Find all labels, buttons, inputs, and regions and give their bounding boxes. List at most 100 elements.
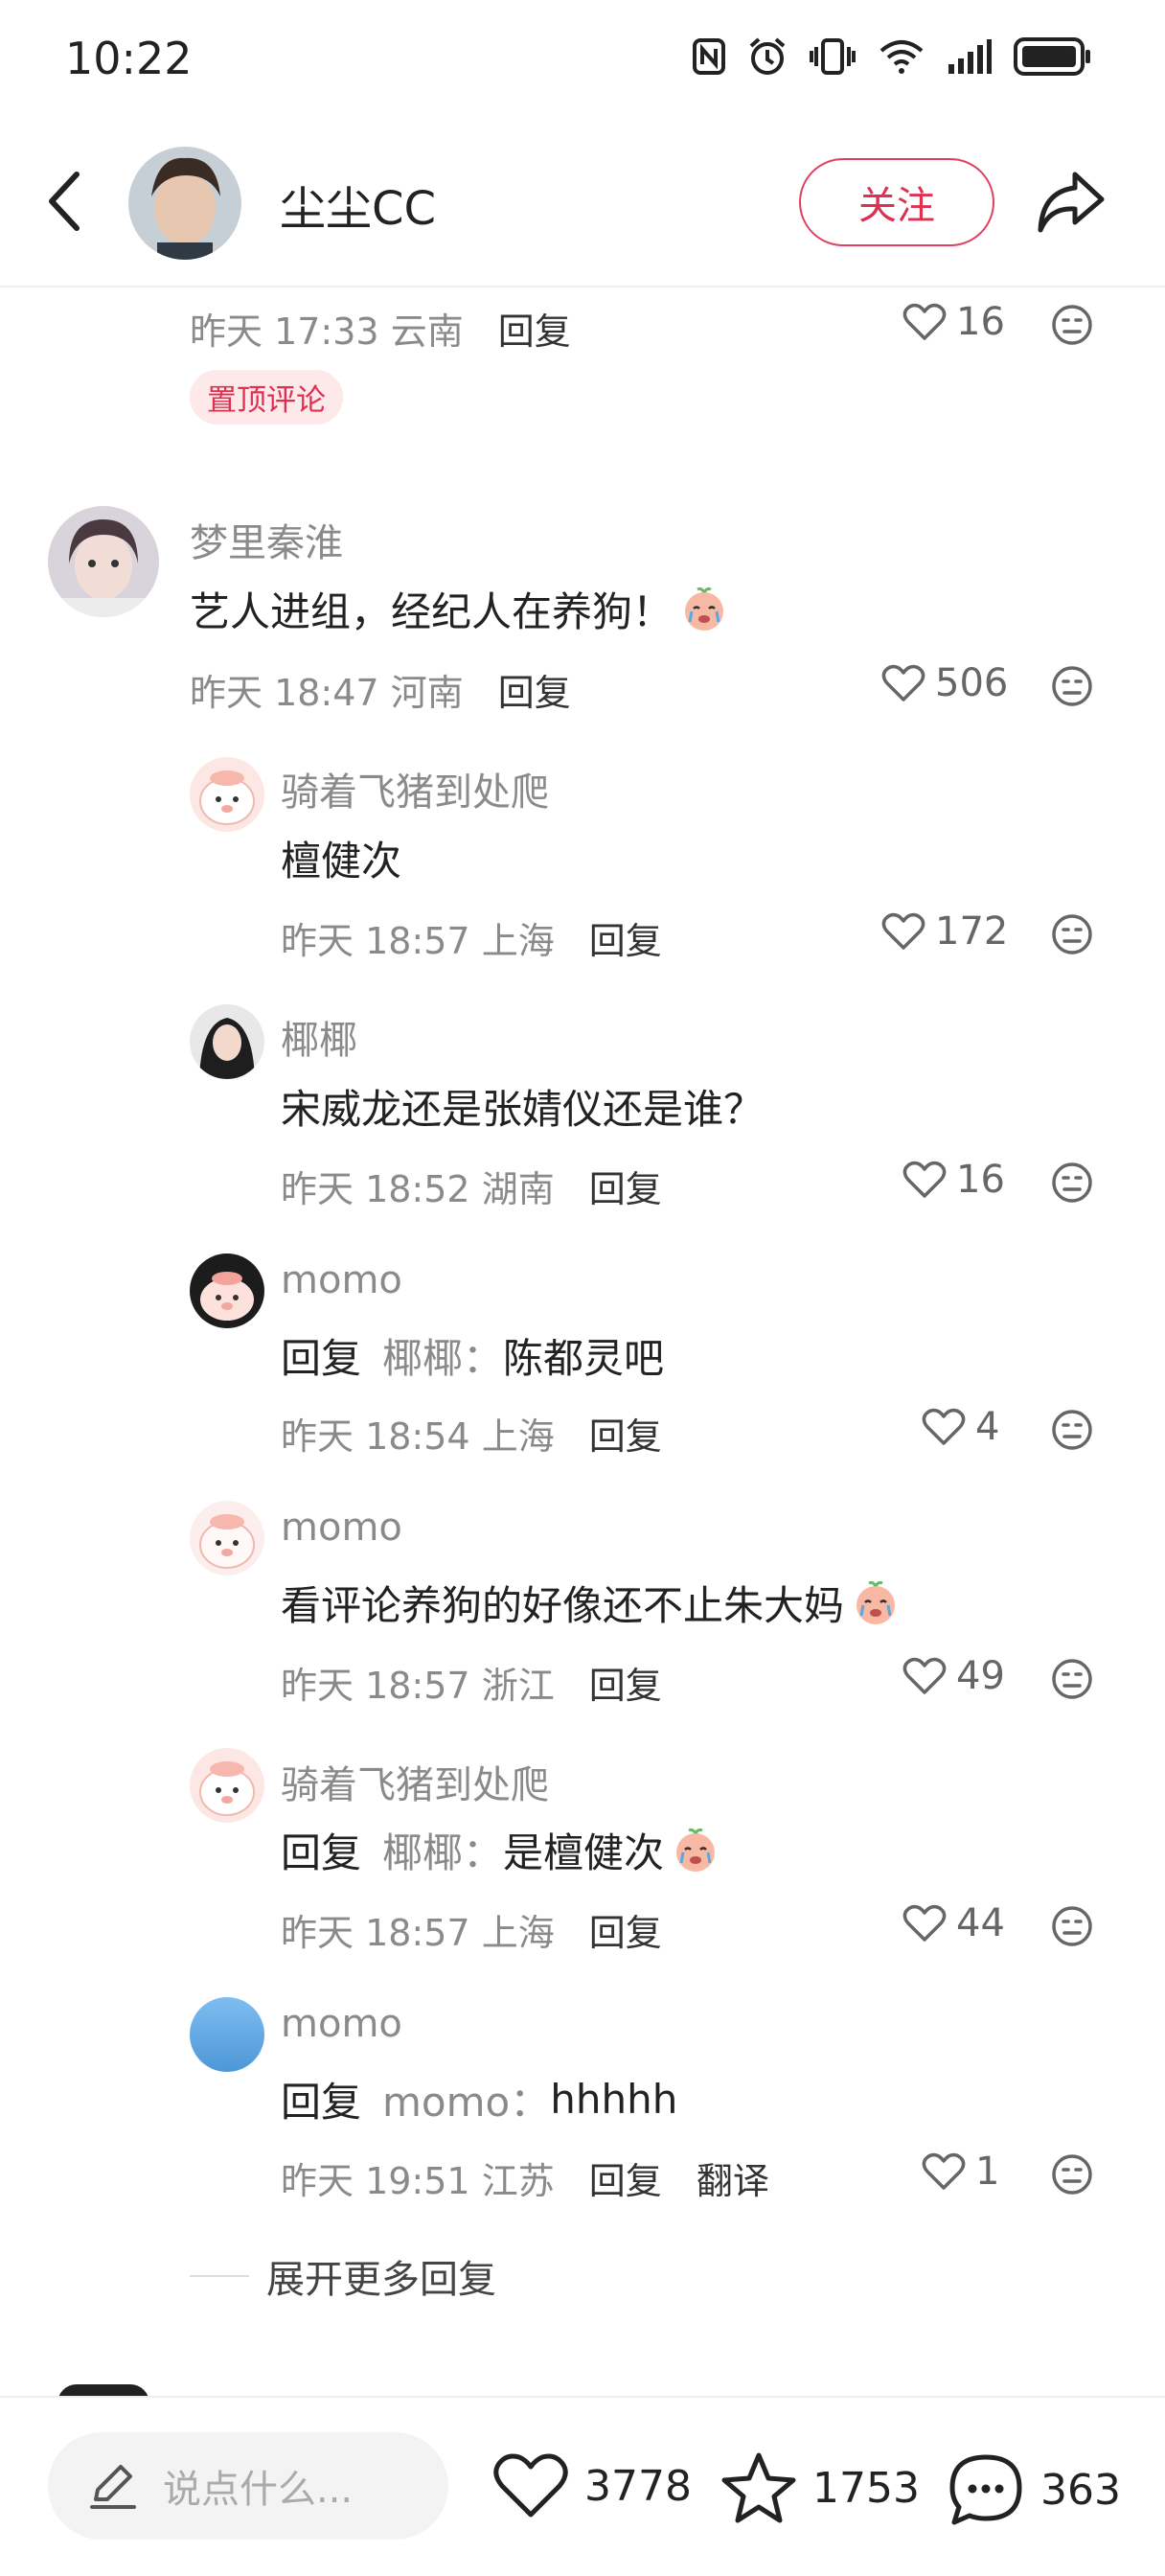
- avatar[interactable]: [190, 1254, 264, 1328]
- reply-location: 浙江: [481, 1665, 555, 1707]
- post-like-count: 3778: [584, 2461, 692, 2511]
- post-favorite-count: 1753: [812, 2463, 920, 2513]
- reply-location: 湖南: [481, 1168, 555, 1210]
- nfc-icon: [693, 38, 725, 75]
- bottom-action-bar: 说点什么... 3778 1753 363: [0, 2396, 1165, 2576]
- like-button[interactable]: 49: [902, 1654, 1005, 1698]
- comment-input-placeholder: 说点什么...: [163, 2468, 354, 2512]
- reply-time: 昨天 18:57: [281, 920, 470, 962]
- crying-emoji-icon: [685, 586, 724, 631]
- reply-text-content: 宋威龙还是张婧仪还是谁？: [281, 1086, 765, 1133]
- reply-button[interactable]: 回复: [589, 1168, 662, 1210]
- reply-time: 昨天 19:51: [281, 2160, 470, 2202]
- reply-target[interactable]: momo：: [382, 2070, 550, 2128]
- reply-location: 江苏: [481, 2160, 555, 2202]
- heart-icon: [902, 303, 947, 340]
- heart-icon: [881, 912, 925, 950]
- reply-meta: 昨天 18:57 上海 回复: [281, 911, 662, 964]
- reply-text: 看评论养狗的好像还不止朱大妈: [281, 1574, 900, 1632]
- reply-username[interactable]: 椰椰: [281, 1009, 357, 1065]
- reply-meta: 昨天 19:51 江苏 回复 翻译: [281, 2151, 769, 2204]
- wifi-icon: [879, 40, 924, 74]
- reply-prefix: 回复: [281, 1335, 362, 1382]
- reply-username[interactable]: 骑着飞猪到处爬: [281, 1754, 549, 1809]
- reply-meta: 昨天 18:57 上海 回复: [281, 1903, 662, 1956]
- comment-username[interactable]: 梦里秦淮: [190, 512, 343, 567]
- reply-text-content: 檀健次: [281, 838, 402, 885]
- avatar[interactable]: [190, 1501, 264, 1576]
- translate-button[interactable]: 翻译: [697, 2160, 769, 2202]
- heart-icon: [881, 664, 925, 702]
- heart-icon: [493, 2453, 568, 2518]
- dislike-face-icon[interactable]: [1050, 1161, 1094, 1205]
- dislike-face-icon[interactable]: [1050, 1408, 1094, 1452]
- reply-button[interactable]: 回复: [498, 310, 571, 353]
- comment-text-content: 艺人进组，经纪人在养狗！: [190, 588, 674, 635]
- crying-emoji-icon: [857, 1580, 896, 1624]
- reply-meta: 昨天 18:57 浙江 回复: [281, 1656, 662, 1709]
- expand-more-replies-button[interactable]: 展开更多回复: [190, 2248, 496, 2304]
- avatar[interactable]: [190, 1748, 264, 1823]
- reply-text-content: 是檀健次: [503, 1829, 665, 1876]
- reply-button[interactable]: 回复: [589, 1415, 662, 1458]
- follow-button[interactable]: 关注: [799, 158, 994, 246]
- heart-icon: [902, 1657, 947, 1694]
- reply-button[interactable]: 回复: [589, 1912, 662, 1954]
- reply-button[interactable]: 回复: [589, 1665, 662, 1707]
- like-button[interactable]: 4: [922, 1405, 999, 1449]
- author-avatar[interactable]: [128, 147, 241, 260]
- dislike-face-icon[interactable]: [1050, 2152, 1094, 2196]
- reply-button[interactable]: 回复: [589, 2160, 662, 2202]
- like-button[interactable]: 16: [902, 1158, 1005, 1202]
- back-arrow-icon[interactable]: [38, 163, 92, 240]
- like-count: 49: [956, 1654, 1005, 1698]
- like-button[interactable]: 506: [881, 661, 1008, 705]
- reply-meta: 昨天 18:54 上海 回复: [281, 1407, 662, 1460]
- reply-text: 宋威龙还是张婧仪还是谁？: [281, 1077, 764, 1136]
- like-button[interactable]: 16: [902, 300, 1005, 344]
- share-icon[interactable]: [1033, 163, 1109, 240]
- dislike-face-icon[interactable]: [1050, 664, 1094, 708]
- reply-meta: 昨天 18:52 湖南 回复: [281, 1160, 662, 1212]
- alarm-icon: [749, 37, 786, 75]
- expand-more-replies-label: 展开更多回复: [266, 2258, 496, 2302]
- comment-bubble-icon: [949, 2454, 1022, 2525]
- comment-input[interactable]: 说点什么...: [48, 2432, 448, 2540]
- like-count: 172: [935, 909, 1009, 954]
- dislike-face-icon[interactable]: [1050, 1904, 1094, 1948]
- reply-text: 回复 椰椰： 是檀健次: [281, 1821, 720, 1879]
- dislike-face-icon[interactable]: [1050, 912, 1094, 956]
- pencil-icon: [90, 2465, 136, 2509]
- favorite-post-button[interactable]: 1753: [720, 2451, 920, 2524]
- like-button[interactable]: 172: [881, 909, 1008, 954]
- like-button[interactable]: 1: [922, 2150, 999, 2194]
- reply-button[interactable]: 回复: [589, 920, 662, 962]
- author-name[interactable]: 尘尘CC: [280, 171, 436, 238]
- like-post-button[interactable]: 3778: [492, 2451, 692, 2520]
- reply-username[interactable]: momo: [281, 2002, 402, 2046]
- comment-time: 昨天 18:47: [190, 672, 379, 714]
- reply-username[interactable]: momo: [281, 1258, 402, 1302]
- divider: [190, 2275, 249, 2277]
- reply-target[interactable]: 椰椰：: [382, 1821, 503, 1879]
- reply-time: 昨天 18:52: [281, 1168, 470, 1210]
- comment-post-button[interactable]: 363: [947, 2451, 1121, 2528]
- reply-prefix: 回复: [281, 2079, 362, 2126]
- dislike-face-icon[interactable]: [1050, 1657, 1094, 1701]
- like-count: 16: [956, 1158, 1005, 1202]
- reply-button[interactable]: 回复: [498, 672, 571, 714]
- avatar[interactable]: [190, 1997, 264, 2072]
- reply-username[interactable]: momo: [281, 1506, 402, 1550]
- author-header: 尘尘CC 关注: [0, 115, 1165, 288]
- reply-target[interactable]: 椰椰：: [382, 1326, 503, 1385]
- avatar[interactable]: [190, 1004, 264, 1079]
- pinned-comment-time: 昨天 17:33: [190, 310, 379, 353]
- avatar[interactable]: [48, 506, 159, 617]
- status-bar: 10:22: [0, 0, 1165, 115]
- clock: 10:22: [65, 33, 193, 84]
- reply-username[interactable]: 骑着飞猪到处爬: [281, 761, 549, 816]
- like-button[interactable]: 44: [902, 1901, 1005, 1945]
- dislike-face-icon[interactable]: [1050, 303, 1094, 347]
- avatar[interactable]: [190, 757, 264, 832]
- reply-text-content: 看评论养狗的好像还不止朱大妈: [281, 1582, 845, 1629]
